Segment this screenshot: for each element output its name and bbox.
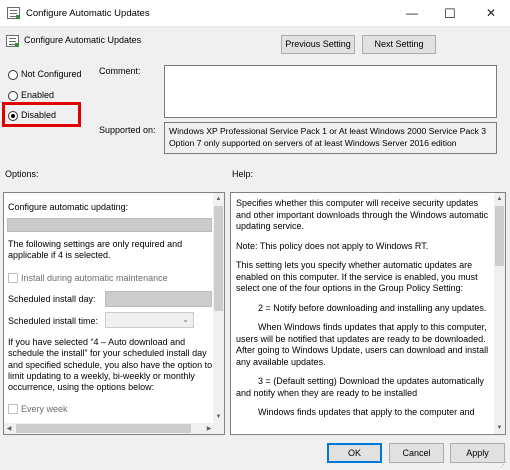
scroll-left-arrow-icon[interactable]: ◀ bbox=[4, 425, 14, 432]
policy-icon bbox=[7, 7, 20, 19]
supported-on-label: Supported on: bbox=[99, 125, 156, 135]
options-panel: Configure automatic updating: The follow… bbox=[3, 192, 225, 435]
help-paragraph: This setting lets you specify whether au… bbox=[236, 260, 478, 293]
configure-updating-label: Configure automatic updating: bbox=[8, 202, 129, 212]
minimize-button[interactable]: — bbox=[393, 0, 431, 27]
limit-updating-paragraph: If you have selected “4 – Auto download … bbox=[8, 337, 213, 393]
resize-grip-icon[interactable]: ⋰ bbox=[500, 462, 508, 469]
help-paragraph: 2 = Notify before downloading and instal… bbox=[258, 302, 487, 313]
next-setting-button[interactable]: Next Setting bbox=[362, 35, 436, 54]
title-bar: Configure Automatic Updates — ☐ ✕ bbox=[0, 0, 510, 27]
scheduled-day-combo[interactable] bbox=[105, 291, 212, 307]
scroll-h-thumb[interactable] bbox=[16, 424, 191, 433]
help-panel: Specifies whether this computer will rec… bbox=[230, 192, 506, 435]
radio-circle-selected bbox=[8, 111, 18, 121]
radio-disabled[interactable]: Disabled bbox=[8, 110, 68, 122]
maximize-button[interactable]: ☐ bbox=[431, 0, 469, 27]
options-label: Options: bbox=[5, 169, 39, 179]
radio-label: Enabled bbox=[21, 90, 55, 100]
radio-label: Not Configured bbox=[21, 69, 82, 79]
scroll-down-arrow-icon[interactable]: ▼ bbox=[494, 425, 505, 431]
scroll-up-arrow-icon[interactable]: ▲ bbox=[213, 196, 224, 202]
chevron-down-icon: ⌄ bbox=[182, 315, 189, 324]
help-paragraph: Note: This policy does not apply to Wind… bbox=[236, 240, 429, 251]
setting-name: Configure Automatic Updates bbox=[24, 35, 142, 45]
radio-circle bbox=[8, 70, 18, 80]
every-week-label: Every week bbox=[21, 404, 68, 414]
scroll-thumb[interactable] bbox=[495, 206, 504, 266]
help-label: Help: bbox=[232, 169, 254, 179]
scheduled-day-label: Scheduled install day: bbox=[8, 294, 96, 304]
radio-circle bbox=[8, 91, 18, 101]
close-button[interactable]: ✕ bbox=[472, 0, 510, 27]
options-horizontal-scrollbar[interactable]: ◀ ▶ bbox=[4, 423, 224, 434]
supported-on-value: Windows XP Professional Service Pack 1 o… bbox=[164, 122, 497, 154]
comment-textbox[interactable] bbox=[164, 65, 497, 118]
radio-not-configured[interactable]: Not Configured bbox=[8, 69, 88, 81]
install-maintenance-label: Install during automatic maintenance bbox=[21, 273, 168, 283]
previous-setting-button[interactable]: Previous Setting bbox=[281, 35, 355, 54]
apply-button[interactable]: Apply bbox=[450, 443, 505, 463]
scroll-right-arrow-icon[interactable]: ▶ bbox=[204, 425, 214, 432]
ok-button[interactable]: OK bbox=[327, 443, 382, 463]
scroll-thumb[interactable] bbox=[214, 206, 223, 311]
configure-updating-combo[interactable] bbox=[7, 218, 212, 232]
help-paragraph: 3 = (Default setting) Download the updat… bbox=[236, 376, 484, 398]
help-paragraph: Windows finds updates that apply to the … bbox=[258, 407, 475, 417]
every-week-checkbox[interactable] bbox=[8, 404, 18, 414]
help-paragraph: Specifies whether this computer will rec… bbox=[236, 198, 489, 231]
help-vertical-scrollbar[interactable]: ▲ ▼ bbox=[494, 193, 505, 434]
scroll-up-arrow-icon[interactable]: ▲ bbox=[494, 196, 505, 202]
radio-label: Disabled bbox=[21, 110, 57, 120]
cancel-button[interactable]: Cancel bbox=[389, 443, 444, 463]
scheduled-time-label: Scheduled install time: bbox=[8, 316, 99, 326]
scheduled-time-combo[interactable]: ⌄ bbox=[105, 312, 194, 328]
radio-enabled[interactable]: Enabled bbox=[8, 90, 68, 102]
options-vertical-scrollbar[interactable]: ▲ ▼ bbox=[213, 193, 224, 423]
install-maintenance-checkbox[interactable] bbox=[8, 273, 18, 283]
help-text: Specifies whether this computer will rec… bbox=[236, 198, 492, 427]
comment-label: Comment: bbox=[99, 66, 141, 76]
scroll-down-arrow-icon[interactable]: ▼ bbox=[213, 414, 224, 420]
setting-icon bbox=[6, 35, 19, 47]
help-paragraph: When Windows finds updates that apply to… bbox=[236, 322, 489, 367]
settings-note: The following settings are only required… bbox=[8, 239, 183, 260]
window-title: Configure Automatic Updates bbox=[26, 8, 150, 19]
